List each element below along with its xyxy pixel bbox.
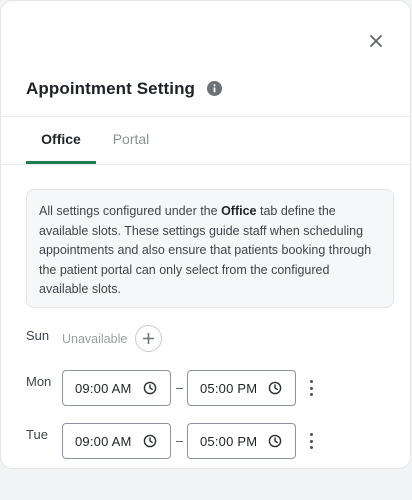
day-label-tue: Tue [26,427,48,442]
tue-end-time-input[interactable]: 05:00 PM [187,423,296,459]
tue-end-time-value: 05:00 PM [200,433,258,449]
tue-start-time-value: 09:00 AM [75,433,132,449]
settings-tabs: Office Portal [26,117,166,164]
clock-icon[interactable] [268,434,282,448]
more-vertical-icon [309,380,313,383]
appointment-setting-panel: Appointment Setting Office Portal All se… [0,0,411,469]
day-label-sun: Sun [26,328,50,343]
info-icon[interactable] [207,80,223,96]
add-sun-slot-button[interactable] [135,325,162,352]
clock-icon[interactable] [268,381,282,395]
time-range-dash [176,388,183,389]
close-button[interactable] [365,30,387,52]
tabs-divider [1,164,410,165]
mon-end-time-input[interactable]: 05:00 PM [187,370,296,406]
clock-icon[interactable] [143,434,157,448]
mon-start-time-input[interactable]: 09:00 AM [62,370,171,406]
panel-header: Appointment Setting [26,79,223,99]
mon-end-time-value: 05:00 PM [200,380,258,396]
clock-icon[interactable] [143,381,157,395]
mon-more-options-button[interactable] [306,380,316,396]
close-icon [370,35,382,47]
more-vertical-icon [309,433,313,436]
panel-title: Appointment Setting [26,79,196,98]
day-label-mon: Mon [26,374,52,389]
plus-icon [143,333,154,344]
tue-start-time-input[interactable]: 09:00 AM [62,423,171,459]
tab-office[interactable]: Office [26,117,96,164]
tue-more-options-button[interactable] [306,433,316,449]
sun-unavailable-text: Unavailable [62,332,128,346]
note-bold-word: Office [221,204,257,218]
info-note: All settings configured under the Office… [26,189,394,308]
note-text-before: All settings configured under the [39,204,222,218]
tab-portal[interactable]: Portal [96,117,166,164]
time-range-dash [176,441,183,442]
mon-start-time-value: 09:00 AM [75,380,132,396]
